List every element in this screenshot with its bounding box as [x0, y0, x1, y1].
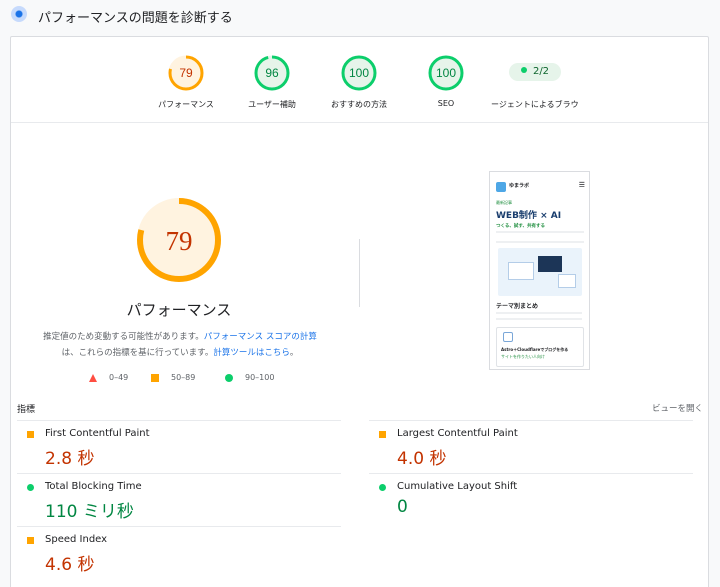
- circle-icon: [225, 373, 233, 382]
- metric-value: 2.8 秒: [45, 449, 95, 469]
- site-heading: WEB制作 × AI: [496, 211, 562, 221]
- metric-name: Largest Contentful Paint: [397, 428, 518, 439]
- gauge-accessibility[interactable]: 96 ユーザー補助: [222, 55, 322, 109]
- site-subheading: つくる、試す、共有する: [496, 224, 546, 229]
- final-screenshot[interactable]: ゆまラボ ☰ 最新記事 WEB制作 × AI つくる、試す、共有する テーマ別ま…: [489, 171, 590, 370]
- agent-pill-count: 2/2: [532, 66, 550, 77]
- metric-name: Total Blocking Time: [45, 481, 142, 492]
- legend-average: 50–89: [151, 373, 195, 382]
- calculator-link[interactable]: 計算ツールはこちら: [213, 348, 290, 358]
- site-hero-image: [498, 248, 582, 296]
- gauge-score: 79: [179, 66, 193, 80]
- article-title: Astro＋Cloudflareでブログを作る: [501, 347, 569, 352]
- performance-gauge: 79: [137, 198, 221, 282]
- gauge-score: 96: [265, 66, 279, 80]
- metric-si: Speed Index 4.6 秒: [17, 526, 341, 578]
- gauge-ring: 79: [168, 55, 204, 91]
- legend-range: 50–89: [171, 373, 196, 382]
- report-card: 79 パフォーマンス 96 ユーザー補助 100 おすすめの方法 100 SEO…: [10, 36, 709, 587]
- pass-circle-icon: [27, 484, 34, 491]
- site-brand: ゆまラボ: [509, 183, 530, 189]
- score-calc-link[interactable]: パフォーマンス スコアの計算: [204, 332, 317, 342]
- legend-range: 0–49: [109, 373, 129, 382]
- metric-value: 0: [397, 497, 408, 517]
- triangle-icon: [89, 373, 97, 382]
- gauge-ring: 100: [428, 55, 464, 91]
- article-icon: [503, 332, 513, 342]
- metrics-title: 指標: [17, 405, 36, 415]
- site-text-lines: [496, 312, 582, 320]
- performance-description: 推定値のため変動する可能性があります。パフォーマンス スコアの計算は、これらの指…: [35, 329, 325, 361]
- score-legend: 0–49 50–89 90–100: [89, 373, 289, 387]
- diagnose-icon: [11, 6, 27, 22]
- site-text-lines: [496, 231, 584, 243]
- metric-value: 4.6 秒: [45, 555, 95, 575]
- site-section-title: テーマ別まとめ: [496, 303, 539, 310]
- gauge-label: パフォーマンス: [158, 100, 214, 109]
- gauge-performance[interactable]: 79 パフォーマンス: [136, 55, 236, 109]
- divider: [359, 239, 360, 307]
- metric-value: 110 ミリ秒: [45, 502, 134, 522]
- page-title: パフォーマンスの問題を診断する: [38, 11, 233, 26]
- gauge-ring: 100: [341, 55, 377, 91]
- desc-text: 。: [289, 348, 299, 358]
- article-sub: サイトを作りたい人向け: [501, 354, 545, 359]
- metric-name: First Contentful Paint: [45, 428, 150, 439]
- average-square-icon: [27, 431, 34, 438]
- category-gauges: 79 パフォーマンス 96 ユーザー補助 100 おすすめの方法 100 SEO…: [11, 37, 708, 123]
- metric-tbt: Total Blocking Time 110 ミリ秒: [17, 473, 341, 525]
- metric-value: 4.0 秒: [397, 449, 447, 469]
- pass-dot-icon: [520, 67, 527, 73]
- site-logo-icon: [496, 182, 506, 192]
- agent-browsing-label: ージェントによるブラウジン: [491, 100, 579, 109]
- gauge-score: 100: [436, 66, 456, 80]
- gauge-best-practices[interactable]: 100 おすすめの方法: [309, 55, 409, 109]
- average-square-icon: [27, 537, 34, 544]
- gauge-label: SEO: [437, 99, 455, 108]
- gauge-ring: 96: [254, 55, 290, 91]
- desc-text: 推定値のため変動する可能性があります。: [43, 332, 204, 342]
- metric-name: Speed Index: [45, 534, 108, 545]
- gauge-score: 100: [349, 66, 369, 80]
- metrics-header: 指標 ビューを開く: [17, 402, 703, 416]
- legend-pass: 90–100: [225, 373, 274, 382]
- performance-label: パフォーマンス: [126, 301, 232, 319]
- gauge-seo[interactable]: 100 SEO: [396, 55, 496, 108]
- gauge-label: おすすめの方法: [331, 100, 387, 109]
- gauge-label: ユーザー補助: [248, 100, 296, 109]
- average-square-icon: [379, 431, 386, 438]
- legend-range: 90–100: [245, 373, 275, 382]
- square-icon: [151, 373, 159, 382]
- header-bar: パフォーマンスの問題を診断する: [0, 0, 720, 32]
- hamburger-icon: ☰: [578, 181, 585, 189]
- agent-browsing-pill[interactable]: 2/2: [509, 63, 561, 81]
- desc-text: は、これらの指標を基に行っています。: [61, 348, 214, 358]
- site-category: 最新記事: [496, 200, 512, 205]
- pass-circle-icon: [379, 484, 386, 491]
- expand-view-toggle[interactable]: ビューを開く: [652, 402, 703, 414]
- metric-name: Cumulative Layout Shift: [397, 481, 518, 492]
- legend-fail: 0–49: [89, 373, 128, 382]
- performance-score: 79: [166, 226, 193, 256]
- metric-fcp: First Contentful Paint 2.8 秒: [17, 420, 341, 472]
- site-article-card: Astro＋Cloudflareでブログを作る サイトを作りたい人向け: [496, 327, 584, 367]
- metric-lcp: Largest Contentful Paint 4.0 秒: [369, 420, 693, 472]
- metric-cls: Cumulative Layout Shift 0: [369, 473, 693, 525]
